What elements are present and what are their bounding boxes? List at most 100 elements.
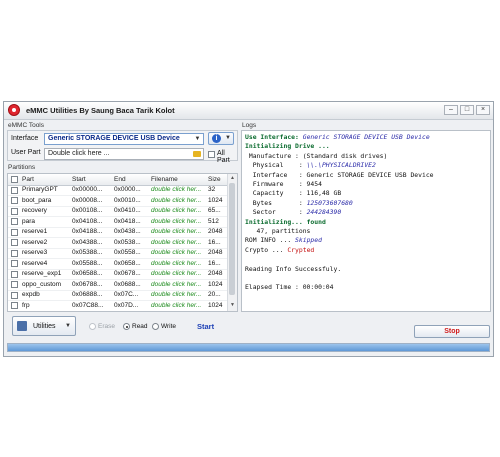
table-row[interactable]: frp 0x07C88... 0x07D... double click her...… <box>8 301 229 311</box>
log-line: Crypto ... Crypted <box>245 246 314 254</box>
read-radio[interactable] <box>123 323 130 330</box>
stop-button[interactable]: Stop <box>414 325 490 338</box>
scroll-down-icon[interactable]: ▼ <box>229 302 236 309</box>
cell-file[interactable]: double click her... <box>151 302 206 309</box>
log-line: 47, partitions <box>245 227 311 235</box>
maximize-button[interactable]: □ <box>460 105 474 115</box>
close-button[interactable]: × <box>476 105 490 115</box>
emmc-tools-label: eMMC Tools <box>8 122 45 129</box>
cell-size: 1024 <box>208 301 223 309</box>
table-row[interactable]: reserve3 0x05388... 0x0558... double click … <box>8 248 229 259</box>
table-scrollbar[interactable]: ▲ ▼ <box>227 174 237 311</box>
log-line: Initializing Drive ... <box>245 142 330 150</box>
interface-label: Interface <box>11 135 39 142</box>
cell-size: 2048 <box>208 228 223 235</box>
cell-start: 0x07C88... <box>72 301 104 309</box>
log-value: Generic STORAGE DEVICE USB Device <box>302 133 430 141</box>
cell-end: 0x0438... <box>114 228 141 235</box>
log-text: Firmware : 9454 <box>245 180 322 188</box>
table-row[interactable]: expdb 0x06888... 0x07C... double click her.… <box>8 290 229 301</box>
log-line: Sector : 244284390 <box>245 208 342 216</box>
cell-file[interactable]: double click her... <box>151 207 206 214</box>
utilities-button[interactable]: Utilities ▼ <box>12 316 76 336</box>
cell-start: 0x05588... <box>72 259 103 267</box>
table-row[interactable]: reserve1 0x04188... 0x0438... double click … <box>8 227 229 238</box>
select-all-checkbox[interactable] <box>11 176 18 183</box>
row-checkbox[interactable] <box>11 249 18 257</box>
log-text: Physical : <box>245 161 307 170</box>
log-line: Elapsed Time : 00:00:04 <box>245 283 334 291</box>
cell-size: 20... <box>208 291 221 298</box>
cell-file[interactable]: double click her... <box>151 197 206 204</box>
write-radio[interactable] <box>152 323 159 330</box>
col-part[interactable]: Part <box>22 176 34 183</box>
log-text: Initializing... <box>245 217 307 226</box>
row-checkbox[interactable] <box>11 186 18 194</box>
row-checkbox[interactable] <box>11 270 18 278</box>
cell-end: 0x0410... <box>114 207 141 214</box>
user-part-input[interactable]: Double click here ... <box>44 148 204 160</box>
log-line: Interface : Generic STORAGE DEVICE USB D… <box>245 171 434 179</box>
write-label: Write <box>161 323 177 330</box>
user-part-label: User Part <box>11 149 41 156</box>
table-row[interactable]: para 0x04108... 0x0418... double click her.… <box>8 217 229 228</box>
table-row[interactable]: boot_para 0x00008... 0x0010... double click… <box>8 196 229 207</box>
utilities-label: Utilities <box>33 323 56 330</box>
cell-file[interactable]: double click her... <box>151 239 206 246</box>
cell-start: 0x06588... <box>72 270 103 277</box>
all-part-label: All Part <box>217 150 230 164</box>
cell-part: expdb <box>22 291 40 298</box>
table-row[interactable]: oppo_custom 0x06788... 0x0688... double cli… <box>8 280 229 291</box>
row-checkbox[interactable] <box>11 197 18 204</box>
start-button[interactable]: Start <box>197 322 214 331</box>
cell-file[interactable]: double click her... <box>151 186 206 193</box>
log-line: Reading Info Successfuly. <box>245 265 341 273</box>
cell-end: 0x0688... <box>114 280 141 288</box>
row-checkbox[interactable] <box>11 207 18 215</box>
cell-file[interactable]: double click her... <box>151 228 206 235</box>
partitions-label: Partitions <box>8 164 36 171</box>
all-part-checkbox[interactable] <box>208 151 215 158</box>
row-checkbox[interactable] <box>11 291 18 299</box>
row-checkbox[interactable] <box>11 228 18 236</box>
folder-icon[interactable] <box>193 151 201 157</box>
minimize-button[interactable]: – <box>444 105 458 115</box>
row-checkbox[interactable] <box>11 281 18 288</box>
cell-end: 0x0558... <box>114 249 141 256</box>
table-row[interactable]: reserve_exp1 0x06588... 0x0678... double cl… <box>8 269 229 280</box>
log-value: \\.\PHYSICALDRIVE2 <box>306 161 376 170</box>
cell-file[interactable]: double click her... <box>151 270 206 277</box>
cell-file[interactable]: double click her... <box>151 260 206 267</box>
row-checkbox[interactable] <box>11 239 18 246</box>
col-start[interactable]: Start <box>72 176 86 183</box>
cell-file[interactable]: double click her... <box>151 249 206 256</box>
cell-end: 0x07C... <box>114 291 139 298</box>
log-value: Crypted <box>287 245 315 254</box>
col-size[interactable]: Size <box>208 176 221 183</box>
table-row[interactable]: reserve4 0x05588... 0x0658... double click … <box>8 259 229 270</box>
info-icon: i <box>212 134 221 143</box>
log-value: found <box>306 217 326 226</box>
row-checkbox[interactable] <box>11 260 18 267</box>
col-filename[interactable]: Filename <box>151 176 178 183</box>
cell-file[interactable]: double click her... <box>151 281 206 288</box>
cell-size: 16... <box>208 259 221 267</box>
cell-part: para <box>22 217 36 225</box>
row-checkbox[interactable] <box>11 218 18 225</box>
info-button[interactable]: i ▼ <box>208 132 234 145</box>
erase-radio[interactable] <box>89 323 96 330</box>
cell-size: 65... <box>208 207 221 214</box>
log-text: Bytes : <box>245 198 307 207</box>
scrollbar-thumb[interactable] <box>229 183 235 295</box>
cell-file[interactable]: double click her... <box>151 291 206 298</box>
cell-start: 0x00008... <box>72 196 103 204</box>
scroll-up-icon[interactable]: ▲ <box>229 175 236 182</box>
cell-file[interactable]: double click her... <box>151 218 206 225</box>
col-end[interactable]: End <box>114 176 126 183</box>
interface-select[interactable]: Generic STORAGE DEVICE USB Device ▼ <box>44 133 204 145</box>
table-row[interactable]: PrimaryGPT 0x00000... 0x0000... double clic… <box>8 185 229 196</box>
table-row[interactable]: reserve2 0x04388... 0x0538... double click … <box>8 238 229 249</box>
table-row[interactable]: recovery 0x00108... 0x0410... double click … <box>8 206 229 217</box>
cell-end: 0x0538... <box>114 238 141 246</box>
row-checkbox[interactable] <box>11 302 18 309</box>
